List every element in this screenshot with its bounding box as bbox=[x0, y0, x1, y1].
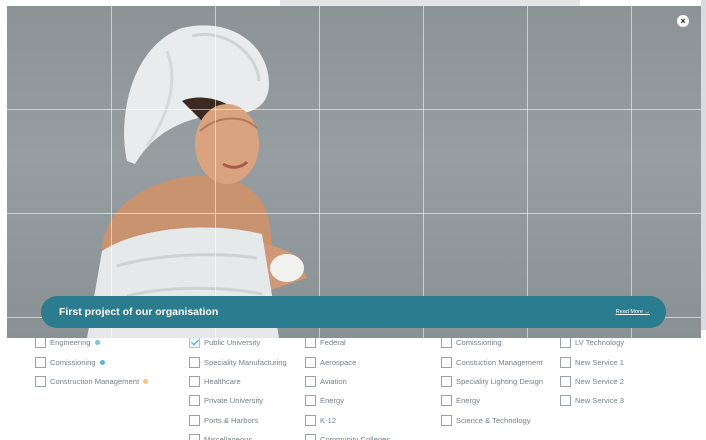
read-more-link[interactable]: Read More → bbox=[616, 309, 650, 315]
checkbox[interactable] bbox=[305, 356, 316, 368]
filter-option-label: K-12 bbox=[320, 415, 337, 425]
filter-column-new-services: LV Technology New Service 1 New Service 2 N… bbox=[560, 333, 624, 411]
filter-option[interactable]: Ports & Harbors bbox=[189, 411, 287, 430]
filter-option-label: LV Technology bbox=[575, 338, 625, 348]
grid-line bbox=[111, 6, 112, 338]
checkbox[interactable] bbox=[441, 414, 452, 426]
close-icon[interactable]: × bbox=[677, 15, 689, 27]
filter-option-label: Federal bbox=[320, 338, 346, 348]
checkbox[interactable] bbox=[189, 375, 200, 387]
grid-line bbox=[631, 6, 632, 338]
filter-option[interactable]: Speciality Lighting Design bbox=[441, 372, 543, 391]
checkbox[interactable] bbox=[560, 395, 571, 407]
category-dot-icon bbox=[99, 359, 105, 365]
grid-line bbox=[319, 6, 320, 338]
checkbox[interactable] bbox=[305, 395, 316, 407]
checkbox[interactable] bbox=[189, 434, 200, 440]
checkbox[interactable] bbox=[441, 395, 452, 407]
filter-option-label: Engineering bbox=[50, 338, 91, 348]
filter-column-services: Engineering Comissioning Construction Mana… bbox=[35, 333, 149, 391]
filter-option-label: Constuction Management bbox=[456, 357, 543, 367]
filter-option-label: Private University bbox=[204, 396, 264, 406]
filter-option[interactable]: Miscellaneous bbox=[189, 430, 287, 440]
filter-option-label: Comissioning bbox=[50, 357, 96, 367]
filter-option[interactable]: Energy bbox=[441, 391, 543, 410]
filter-option-label: Construction Management bbox=[50, 376, 140, 386]
checkbox[interactable] bbox=[35, 356, 46, 368]
filter-option-label: Energy bbox=[320, 396, 345, 406]
filter-option[interactable]: K-12 bbox=[305, 411, 390, 430]
filter-option[interactable]: Private University bbox=[189, 391, 287, 410]
filter-column-disciplines: Comissioning Constuction Management Specia… bbox=[441, 333, 543, 430]
checkbox[interactable] bbox=[305, 375, 316, 387]
checkbox[interactable] bbox=[560, 375, 571, 387]
checkbox[interactable] bbox=[441, 337, 452, 349]
filter-option[interactable]: Comissioning bbox=[35, 352, 148, 371]
checkbox[interactable] bbox=[305, 414, 316, 426]
filter-option-label: Healthcare bbox=[204, 376, 241, 386]
filter-option-label: Aviation bbox=[320, 376, 347, 386]
grid-line bbox=[527, 6, 528, 338]
filter-option[interactable]: Science & Technology bbox=[441, 411, 543, 430]
checkbox[interactable] bbox=[35, 375, 46, 387]
filter-column-markets: Public University Speciality Manufacturin… bbox=[189, 333, 287, 440]
checkbox[interactable] bbox=[189, 337, 200, 349]
checkbox[interactable] bbox=[305, 337, 316, 349]
filter-option-label: Speciality Manufacturing bbox=[204, 357, 287, 367]
filter-option[interactable]: Community Colleges bbox=[305, 430, 390, 440]
project-image-modal bbox=[7, 6, 701, 338]
grid-line bbox=[423, 6, 424, 338]
grid-line bbox=[215, 6, 216, 338]
filter-option-label: Public University bbox=[204, 338, 261, 348]
filter-option[interactable]: Aerospace bbox=[305, 352, 390, 371]
filter-option-label: Miscellaneous bbox=[204, 435, 253, 440]
filter-option[interactable]: New Service 3 bbox=[560, 391, 624, 410]
checkbox[interactable] bbox=[560, 337, 571, 349]
filter-option-label: Energy bbox=[456, 396, 481, 406]
checkbox[interactable] bbox=[35, 337, 46, 349]
filter-option[interactable]: Constuction Management bbox=[441, 352, 543, 371]
filter-option-label: Community Colleges bbox=[320, 435, 391, 440]
filter-option-label: Comissioning bbox=[456, 338, 502, 348]
filter-column-sectors: Federal Aerospace Aviation Energy K-12 Commun… bbox=[305, 333, 390, 440]
filter-option-label: New Service 1 bbox=[575, 357, 624, 367]
filter-option-label: New Service 3 bbox=[575, 396, 624, 406]
filter-option[interactable]: Construction Management bbox=[35, 372, 149, 391]
filter-option[interactable]: Healthcare bbox=[189, 372, 287, 391]
checkbox[interactable] bbox=[189, 414, 200, 426]
checkbox[interactable] bbox=[441, 375, 452, 387]
background-page-edge bbox=[701, 0, 706, 330]
category-dot-icon bbox=[94, 340, 100, 346]
filter-grid: Engineering Comissioning Construction Mana… bbox=[0, 330, 706, 440]
filter-option[interactable]: New Service 1 bbox=[560, 352, 624, 371]
filter-option[interactable]: New Service 2 bbox=[560, 372, 624, 391]
filter-option-label: Aerospace bbox=[320, 357, 357, 367]
caption-title: First project of our organisation bbox=[59, 306, 219, 318]
filter-option-label: Ports & Harbors bbox=[204, 415, 259, 425]
checkbox[interactable] bbox=[189, 395, 200, 407]
filter-option[interactable]: Speciality Manufacturing bbox=[189, 352, 287, 371]
checkbox[interactable] bbox=[441, 356, 452, 368]
checkbox[interactable] bbox=[189, 356, 200, 368]
checkbox[interactable] bbox=[560, 356, 571, 368]
caption-bar: First project of our organisation Read M… bbox=[41, 296, 666, 328]
grid-line bbox=[7, 213, 701, 214]
filter-option-label: New Service 2 bbox=[575, 376, 624, 386]
filter-option-label: Science & Technology bbox=[456, 415, 531, 425]
category-dot-icon bbox=[143, 378, 149, 384]
filter-option[interactable]: Energy bbox=[305, 391, 390, 410]
filter-option-label: Speciality Lighting Design bbox=[456, 376, 543, 386]
filter-option[interactable]: Aviation bbox=[305, 372, 390, 391]
checkbox[interactable] bbox=[305, 434, 316, 440]
grid-line bbox=[7, 109, 701, 110]
